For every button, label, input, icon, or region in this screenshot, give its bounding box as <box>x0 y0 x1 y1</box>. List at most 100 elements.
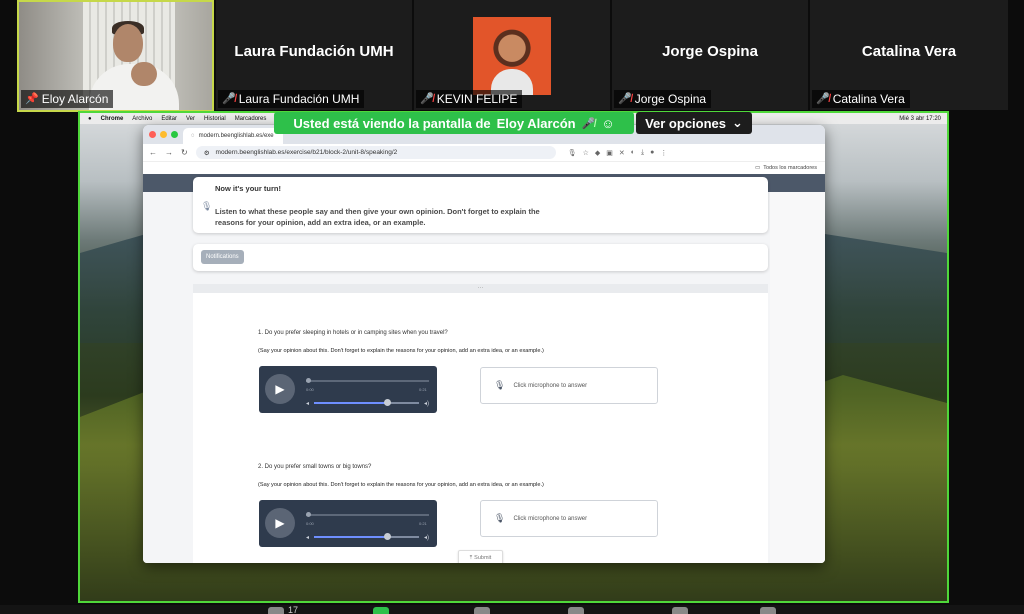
progress-knob[interactable] <box>306 378 311 383</box>
answer-prompt: Click microphone to answer <box>513 382 588 389</box>
mic-muted-icon: 🎤̸ <box>420 93 434 105</box>
participant-tile-name: Jorge Ospina <box>662 43 758 60</box>
browser-toolbar: ← → ↻ ⚙ modern.beenglishlab.es/exercise/… <box>143 144 825 162</box>
participant-tile-laura[interactable]: Laura Fundación UMH 🎤̸ Laura Fundación U… <box>216 0 412 110</box>
menubar-item: Archivo <box>132 115 153 122</box>
menu-icon[interactable]: ⋮ <box>660 149 667 157</box>
address-bar[interactable]: ⚙ modern.beenglishlab.es/exercise/b21/bl… <box>195 146 556 159</box>
reactions-icon[interactable] <box>672 607 688 614</box>
volume-slider[interactable] <box>314 399 419 406</box>
question-text: 2. Do you prefer small towns or big town… <box>258 464 372 470</box>
shared-screen[interactable]: ● Chrome Archivo Editar Ver Historial Ma… <box>78 111 949 603</box>
question-text: 1. Do you prefer sleeping in hotels or i… <box>258 330 448 336</box>
microphone-icon[interactable]: 🎙 <box>494 380 505 391</box>
instructions-card: Now it's your turn! 🎙 Listen to what the… <box>193 177 768 233</box>
pin-icon: 📌 <box>25 93 39 105</box>
mic-icon[interactable]: 🎙 <box>568 149 577 157</box>
participant-name: Jorge Ospina <box>634 92 707 106</box>
participant-label: 🎤̸ KEVIN FELIPE <box>416 90 523 108</box>
volume-knob[interactable] <box>384 399 392 406</box>
participant-label: 🎤̸ Catalina Vera <box>812 90 910 108</box>
question-hint: (Say your opinion about this. Don't forg… <box>258 482 544 488</box>
share-screen-icon[interactable] <box>373 607 389 614</box>
menubar-item: Editar <box>161 115 177 122</box>
answer-prompt: Click microphone to answer <box>513 515 588 522</box>
back-icon[interactable]: ← <box>149 148 157 157</box>
time-current: 0:00 <box>306 387 314 392</box>
menubar-app: Chrome <box>100 115 124 122</box>
forward-icon[interactable]: → <box>165 148 173 157</box>
mic-muted-icon: 🎤̸ <box>816 93 830 105</box>
participant-avatar <box>473 17 551 95</box>
microphone-icon[interactable]: 🎙 <box>494 513 505 524</box>
volume-high-icon[interactable]: ◂) <box>424 534 429 541</box>
submit-button[interactable]: ⤒ Submit <box>458 550 503 563</box>
volume-fill <box>314 536 388 538</box>
minimize-window-icon[interactable] <box>160 131 167 138</box>
participant-label: 📌 Eloy Alarcón <box>21 90 114 108</box>
notifications-card: Notifications <box>193 244 768 271</box>
chevron-down-icon: ⌄ <box>732 115 743 130</box>
view-options-button[interactable]: Ver opciones ⌄ <box>636 112 752 134</box>
mic-muted-icon: 🎤̸ <box>581 117 596 130</box>
participant-name: Catalina Vera <box>832 92 905 106</box>
close-window-icon[interactable] <box>149 131 156 138</box>
bookmarks-label[interactable]: Todos los marcadores <box>763 165 817 171</box>
volume-control: ◂ ◂) <box>306 399 429 407</box>
extension-icon[interactable]: ◐ <box>631 149 635 157</box>
participant-name: Laura Fundación UMH <box>238 92 360 106</box>
page-content: Now it's your turn! 🎙 Listen to what the… <box>143 174 825 563</box>
zoom-bottom-toolbar <box>0 605 1024 614</box>
volume-fill <box>314 402 388 404</box>
participants-count: 17 <box>288 605 299 614</box>
apple-icon: ● <box>88 115 92 122</box>
extension-icon[interactable]: ✕ <box>619 149 625 157</box>
download-icon[interactable]: ⤓ <box>641 149 644 157</box>
profile-icon[interactable]: ● <box>650 149 654 157</box>
exercise-instructions: Listen to what these people say and then… <box>215 207 540 227</box>
answer-box[interactable]: 🎙 Click microphone to answer <box>480 367 658 404</box>
browser-tab[interactable]: ◌ modern.beenglishlab.es/exe <box>183 128 283 144</box>
progress-track[interactable] <box>306 378 429 383</box>
tab-title: modern.beenglishlab.es/exe <box>198 133 274 139</box>
bookmark-star-icon[interactable]: ☆ <box>583 149 589 157</box>
mic-icon: 🎙 <box>201 201 213 211</box>
extension-icon[interactable]: ▣ <box>606 149 613 157</box>
progress-knob[interactable] <box>306 512 311 517</box>
volume-knob[interactable] <box>384 533 392 540</box>
answer-box[interactable]: 🎙 Click microphone to answer <box>480 500 658 537</box>
url-text: modern.beenglishlab.es/exercise/b21/bloc… <box>215 149 398 156</box>
site-settings-icon[interactable]: ⚙ <box>204 149 210 157</box>
volume-high-icon[interactable]: ◂) <box>424 400 429 407</box>
reload-icon[interactable]: ↻ <box>181 148 188 157</box>
time-total: 0:21 <box>419 521 427 526</box>
view-options-label: Ver opciones <box>645 115 726 131</box>
play-button[interactable]: ▶ <box>265 374 295 404</box>
chat-icon[interactable] <box>474 607 490 614</box>
bookmarks-bar: ▭ Todos los marcadores <box>143 162 825 173</box>
browser-window[interactable]: ◌ modern.beenglishlab.es/exe ← → ↻ ⚙ mod… <box>143 125 825 563</box>
notifications-chip[interactable]: Notifications <box>201 250 244 264</box>
volume-low-icon[interactable]: ◂ <box>306 534 309 541</box>
maximize-window-icon[interactable] <box>171 131 178 138</box>
participant-tile-name: Catalina Vera <box>861 43 957 60</box>
play-button[interactable]: ▶ <box>265 508 295 538</box>
participant-tile-jorge[interactable]: Jorge Ospina 🎤̸ Jorge Ospina <box>612 0 808 110</box>
participant-tile-name: Laura Fundación UMH <box>234 43 394 60</box>
participants-icon[interactable] <box>268 607 284 614</box>
volume-slider[interactable] <box>314 533 419 540</box>
participant-name: KEVIN FELIPE <box>436 92 518 106</box>
drag-handle[interactable]: ··· <box>193 284 768 293</box>
share-banner-text: Usted está viendo la pantalla de <box>293 115 491 131</box>
progress-track[interactable] <box>306 512 429 517</box>
audio-player: ▶ 0:00 0:21 ◂ ◂) <box>259 366 437 413</box>
record-icon[interactable] <box>568 607 584 614</box>
menubar-item: Marcadores <box>234 115 267 122</box>
apps-icon[interactable] <box>760 607 776 614</box>
participant-tile-kevin[interactable]: 🎤̸ KEVIN FELIPE <box>414 0 610 110</box>
volume-low-icon[interactable]: ◂ <box>306 400 309 407</box>
participant-tile-catalina[interactable]: Catalina Vera 🎤̸ Catalina Vera <box>810 0 1008 110</box>
globe-icon: ◌ <box>191 133 195 139</box>
extension-icon[interactable]: ◆ <box>595 149 600 157</box>
participant-tile-eloy[interactable]: 📌 Eloy Alarcón <box>17 0 214 112</box>
